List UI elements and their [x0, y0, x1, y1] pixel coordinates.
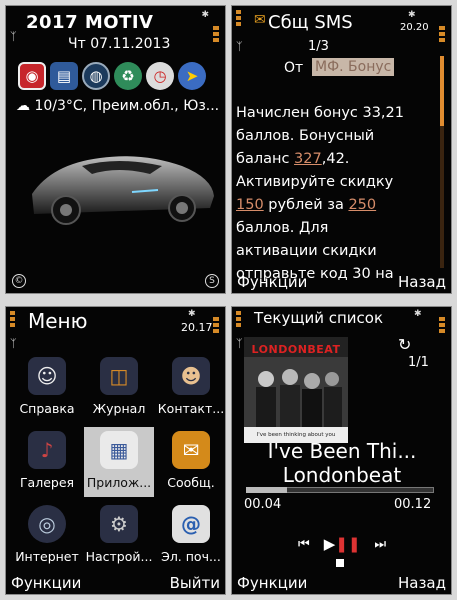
- clock-icon[interactable]: ◷: [146, 62, 174, 90]
- battery-left-icon: [236, 311, 241, 335]
- menu-item-settings[interactable]: ⚙ Настрой...: [84, 501, 154, 571]
- menu-title: Меню: [28, 309, 88, 333]
- menu-item-gallery[interactable]: ♪ Галерея: [12, 427, 82, 497]
- settings-icon: ⚙: [100, 505, 138, 543]
- home-screen: ᛉ ✱ 2017 MOTIV Чт 07.11.2013 ◉ ▤ ◍ ♻ ◷ ➤…: [5, 5, 226, 294]
- album-art: LONDONBEAT I've been thinking about you: [244, 337, 348, 443]
- body-line: активации скидки: [236, 243, 377, 259]
- email-icon: @: [172, 505, 210, 543]
- bluetooth-icon: ✱: [408, 10, 416, 20]
- signal-icon: ᛉ: [10, 337, 17, 350]
- internet-icon: ◎: [28, 505, 66, 543]
- playback-controls: ⏮ ▶❚❚ ⏭: [298, 535, 386, 553]
- maps-icon[interactable]: ➤: [178, 62, 206, 90]
- body-line: баллов. Для: [236, 220, 329, 236]
- operator-title: 2017 MOTIV: [26, 12, 154, 33]
- contacts-icon: ☻: [172, 357, 210, 395]
- battery-icon: [213, 317, 219, 341]
- battery-icon: [213, 26, 219, 50]
- softkey-back[interactable]: Назад: [398, 273, 446, 291]
- menu-item-apps[interactable]: ▦ Прилож...: [84, 427, 154, 497]
- clock-label: 20.20: [400, 22, 429, 33]
- body-line: баллов. Бонусный: [236, 128, 375, 144]
- menu-item-email[interactable]: @ Эл. поч...: [156, 501, 225, 571]
- menu-item-contacts[interactable]: ☻ Контакт...: [156, 353, 225, 423]
- sender-name[interactable]: МФ. Бонус: [312, 58, 395, 76]
- battery-left-icon: [236, 10, 241, 34]
- menu-item-internet[interactable]: ◎ Интернет: [12, 501, 82, 571]
- store-icon[interactable]: ♻: [114, 62, 142, 90]
- repeat-icon[interactable]: ↻: [398, 335, 411, 354]
- car-wallpaper: [32, 156, 214, 225]
- browser-icon[interactable]: ◍: [82, 62, 110, 90]
- envelope-icon: ✉: [254, 12, 266, 28]
- weather-info[interactable]: ☁ 10/3°C, Преим.обл., Юз...: [16, 98, 219, 114]
- song-title: I've Been Thi...: [267, 439, 417, 463]
- weather-label: 10/3°C, Преим.обл., Юз...: [34, 98, 220, 114]
- message-body: Начислен бонус 33,21 баллов. Бонусный ба…: [236, 102, 426, 286]
- battery-icon: [439, 317, 445, 341]
- softkey-back[interactable]: Назад: [398, 574, 446, 592]
- number-link[interactable]: 250: [348, 197, 376, 213]
- gallery-icon: ♪: [28, 431, 66, 469]
- softkey-options[interactable]: Функции: [237, 273, 307, 291]
- bluetooth-icon: ✱: [201, 10, 209, 20]
- number-link[interactable]: 150: [236, 197, 264, 213]
- player-screen: ᛉ Текущий список ✱ LONDONBEAT I've been …: [231, 306, 452, 595]
- camera-icon[interactable]: ◉: [18, 62, 46, 90]
- softkey-options[interactable]: Функции: [11, 574, 81, 592]
- body-line: Начислен бонус 33,21: [236, 105, 404, 121]
- scrollbar-thumb[interactable]: [440, 56, 444, 126]
- log-icon: ◫: [100, 357, 138, 395]
- previous-icon[interactable]: ⏮: [298, 537, 310, 552]
- menu-item-help[interactable]: ☺ Справка: [12, 353, 82, 423]
- battery-icon: [439, 26, 445, 50]
- menu-item-log[interactable]: ◫ Журнал: [84, 353, 154, 423]
- number-link[interactable]: 327: [294, 151, 322, 167]
- body-line: Активируйте скидку: [236, 174, 394, 190]
- total-time: 00.12: [394, 497, 432, 512]
- band-photo: [244, 357, 348, 427]
- softkey-options[interactable]: Функции: [237, 574, 307, 592]
- date-label: Чт 07.11.2013: [68, 36, 171, 52]
- playlist-title: Текущий список: [254, 309, 384, 327]
- battery-left-icon: [10, 311, 15, 335]
- signal-icon: ᛉ: [236, 40, 243, 53]
- message-title: Сбщ SMS: [268, 12, 353, 33]
- body-line: 150 рублей за 250: [236, 197, 377, 213]
- help-icon: ☺: [28, 357, 66, 395]
- menu-item-messages[interactable]: ✉ Сообщ.: [156, 427, 225, 497]
- elapsed-time: 00.04: [244, 497, 282, 512]
- play-pause-icon[interactable]: ▶❚❚: [324, 535, 361, 553]
- track-position: 1/1: [408, 355, 429, 370]
- signal-icon: ᛉ: [10, 30, 17, 43]
- clock-label: 20.17: [181, 321, 213, 334]
- menu-screen: ᛉ Меню ✱ 20.17 ☺ Справка ◫ Журнал ☻ Конт…: [5, 306, 226, 595]
- apps-icon: ▦: [100, 431, 138, 469]
- shortcut-bar: ◉ ▤ ◍ ♻ ◷ ➤: [18, 62, 206, 90]
- artist-name: Londonbeat: [282, 463, 402, 487]
- gallery-icon[interactable]: ▤: [50, 62, 78, 90]
- bluetooth-icon: ✱: [188, 309, 196, 319]
- message-counter: 1/3: [308, 39, 329, 54]
- s-icon: S: [205, 274, 219, 288]
- softkey-exit[interactable]: Выйти: [170, 574, 220, 592]
- signal-icon: ᛉ: [236, 337, 243, 350]
- stop-indicator: [336, 559, 344, 567]
- sms-screen: ✉ ᛉ Сбщ SMS 1/3 ✱ 20.20 От МФ. Бонус Нач…: [231, 5, 452, 294]
- album-artist: LONDONBEAT: [251, 343, 341, 356]
- from-label: От: [284, 60, 304, 76]
- copyright-icon: ©: [12, 274, 26, 288]
- next-icon[interactable]: ⏭: [374, 537, 386, 552]
- bluetooth-icon: ✱: [414, 309, 422, 319]
- cloud-icon: ☁: [16, 98, 30, 114]
- progress-fill: [246, 487, 287, 493]
- body-line: баланс 327,42.: [236, 151, 350, 167]
- messages-icon: ✉: [172, 431, 210, 469]
